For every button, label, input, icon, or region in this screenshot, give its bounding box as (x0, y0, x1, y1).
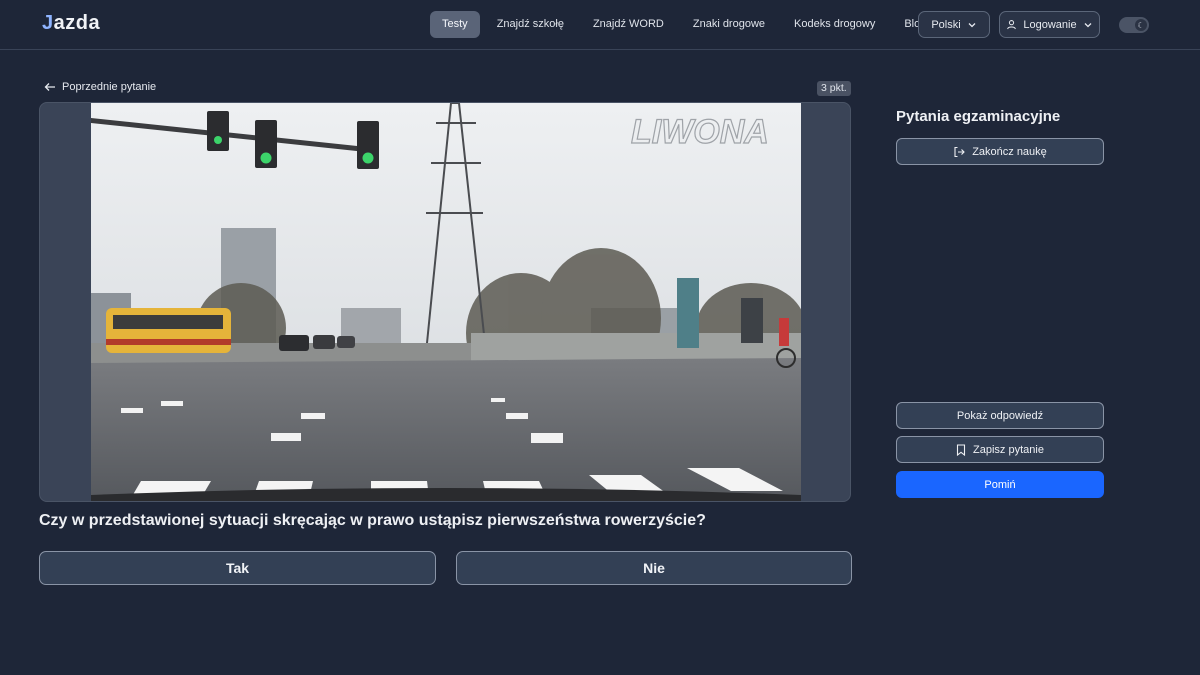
arrow-left-icon (44, 82, 56, 92)
nav-item-testy[interactable]: Testy (430, 11, 480, 38)
show-answer-label: Pokaż odpowiedź (956, 409, 1044, 422)
logo[interactable]: Jazda (42, 12, 100, 35)
chevron-down-icon (1083, 20, 1093, 30)
sidebar-title: Pytania egzaminacyjne (896, 108, 1061, 125)
bookmark-icon (956, 443, 966, 456)
main-nav: Testy Znajdź szkołę Znajdź WORD Znaki dr… (430, 11, 938, 38)
points-badge: 3 pkt. (817, 81, 851, 96)
nav-item-znaki-drogowe[interactable]: Znaki drogowe (681, 11, 777, 38)
log-out-icon (953, 146, 965, 158)
question-media: LIWONA (39, 102, 851, 502)
moon-icon: ☾ (1135, 19, 1147, 31)
nav-item-znajdz-szkole[interactable]: Znajdź szkołę (485, 11, 576, 38)
language-select[interactable]: Polski (918, 11, 990, 38)
intersection-photo: LIWONA (91, 103, 801, 501)
login-label: Logowanie (1023, 18, 1077, 31)
show-answer-button[interactable]: Pokaż odpowiedź (896, 402, 1104, 429)
nav-item-kodeks-drogowy[interactable]: Kodeks drogowy (782, 11, 887, 38)
login-button[interactable]: Logowanie (999, 11, 1100, 38)
language-label: Polski (931, 18, 961, 31)
answer-no-button[interactable]: Nie (456, 551, 852, 585)
previous-question-link[interactable]: Poprzednie pytanie (44, 81, 156, 93)
answer-yes-button[interactable]: Tak (39, 551, 436, 585)
user-icon (1006, 19, 1017, 30)
finish-learning-button[interactable]: Zakończ naukę (896, 138, 1104, 165)
skip-label: Pomiń (984, 478, 1016, 491)
question-text: Czy w przedstawionej sytuacji skręcając … (39, 512, 706, 529)
save-question-label: Zapisz pytanie (973, 443, 1044, 456)
theme-toggle[interactable]: ☾ (1119, 17, 1149, 33)
save-question-button[interactable]: Zapisz pytanie (896, 436, 1104, 463)
nav-item-znajdz-word[interactable]: Znajdź WORD (581, 11, 676, 38)
top-navigation: Jazda Testy Znajdź szkołę Znajdź WORD Zn… (0, 0, 1200, 50)
previous-question-label: Poprzednie pytanie (62, 81, 157, 93)
skip-button[interactable]: Pomiń (896, 471, 1104, 498)
watermark: LIWONA (631, 113, 769, 151)
chevron-down-icon (967, 20, 977, 30)
finish-learning-label: Zakończ naukę (972, 145, 1047, 158)
